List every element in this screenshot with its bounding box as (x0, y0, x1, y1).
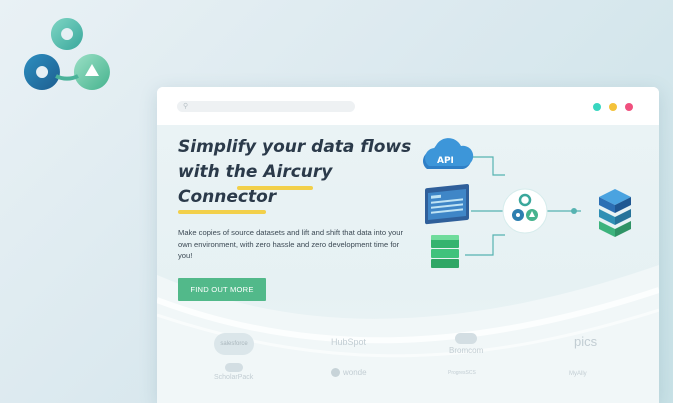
partner-logo-bromcom-cloud-icon (455, 333, 477, 344)
headline-underline-aircury (237, 186, 313, 190)
browser-window: ⚲ Simplify your data flows with the Airc… (157, 87, 659, 403)
find-out-more-button[interactable]: FIND OUT MORE (178, 278, 266, 301)
partner-logo-wonde: wonde (343, 368, 367, 377)
data-flow-diagram: API (423, 138, 631, 268)
aircury-logo (23, 18, 110, 90)
table-window-icon (425, 183, 469, 225)
search-bar[interactable]: ⚲ (177, 101, 355, 112)
window-dot-yellow[interactable] (609, 103, 617, 111)
aircury-hub-icon (502, 188, 548, 234)
window-dot-teal[interactable] (593, 103, 601, 111)
connector-line-database (465, 234, 505, 256)
hero-description: Make copies of source datasets and lift … (178, 228, 403, 260)
hero-section: Simplify your data flows with the Aircur… (157, 125, 659, 403)
partner-logo-bromcom: Bromcom (449, 346, 484, 355)
browser-topbar: ⚲ (157, 87, 659, 125)
api-label: API (437, 156, 454, 166)
blue-database-stack-icon (599, 189, 631, 237)
search-icon: ⚲ (183, 103, 189, 110)
partner-logo-scholarpack: ScholarPack (214, 374, 254, 381)
partner-logo-salesforce: salesforce (214, 333, 254, 355)
partner-logo-hubspot: HubSpot (331, 337, 367, 347)
headline-underline-connector (178, 210, 266, 214)
green-database-icon (431, 235, 459, 268)
api-cloud-icon: API (423, 138, 474, 169)
connector-node (571, 208, 577, 214)
partner-logo-pics: pics (574, 334, 598, 349)
partner-logo-progresso: ProgresSCS (448, 370, 476, 376)
page-title: Simplify your data flows with the Aircur… (178, 135, 418, 210)
headline-line-2: with the Aircury (178, 162, 333, 182)
window-dot-pink[interactable] (625, 103, 633, 111)
partner-logo-wonde-icon (331, 368, 340, 377)
headline-line-1: Simplify your data flows (178, 137, 412, 157)
partner-logo-arbor: MyAlly (569, 371, 587, 377)
partner-logo-scholarpack-icon (225, 363, 243, 372)
